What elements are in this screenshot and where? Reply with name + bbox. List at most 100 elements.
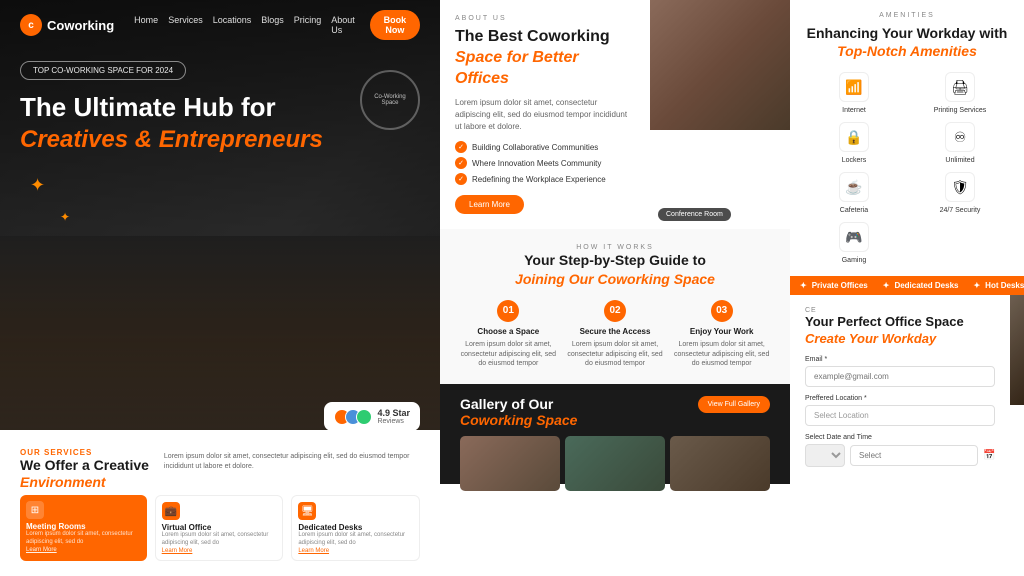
gallery-thumb-2 (565, 436, 665, 491)
about-text-col: ABOUT US The Best Coworking Space for Be… (440, 0, 650, 229)
meeting-learn-link[interactable]: Learn More (26, 547, 141, 553)
logo-icon: c (20, 14, 42, 36)
virtual-desc: Lorem ipsum dolor sit amet, consectetur … (162, 532, 277, 548)
services-bottom-section: OUR SERVICES We Offer a Creative Environ… (0, 430, 440, 576)
right-ticker-star-2: ✦ (883, 281, 890, 290)
right-ticker-star-3: ✦ (973, 281, 980, 290)
amenity-internet: 📶 Internet (805, 72, 903, 114)
logo: c Coworking (20, 14, 114, 36)
how-label: HOW IT WORKS (460, 244, 770, 251)
desks-learn-link[interactable]: Learn More (298, 548, 413, 554)
location-select[interactable]: Select Location (805, 405, 995, 426)
meeting-title: Meeting Rooms (26, 522, 141, 531)
hero-circle-decoration: Co-WorkingSpace (360, 70, 420, 130)
about-desc: Lorem ipsum dolor sit amet, consectetur … (455, 97, 635, 133)
middle-panel: ABOUT US The Best Coworking Space for Be… (440, 0, 790, 576)
nav-about[interactable]: About Us (331, 15, 355, 35)
time-select[interactable] (805, 444, 845, 467)
meeting-desc: Lorem ipsum dolor sit amet, consectetur … (26, 531, 141, 547)
meeting-icon: ⊞ (26, 501, 44, 519)
nav-pricing[interactable]: Pricing (294, 15, 322, 35)
step-1-num: 01 (497, 300, 519, 322)
email-input[interactable] (805, 366, 995, 387)
hero-panel: c Coworking Home Services Locations Blog… (0, 0, 440, 576)
gallery-section: Gallery of Our Coworking Space View Full… (440, 384, 790, 484)
view-gallery-button[interactable]: View Full Gallery (698, 396, 770, 413)
service-card-virtual: 💼 Virtual Office Lorem ipsum dolor sit a… (155, 495, 284, 561)
rating-score: 4.9 Star (377, 408, 410, 418)
step-2-desc: Lorem ipsum dolor sit amet, consectetur … (567, 340, 664, 369)
gallery-header: Gallery of Our Coworking Space View Full… (460, 396, 770, 428)
check-icon-2: ✓ (455, 157, 467, 169)
hero-badge: TOP CO-WORKING SPACE FOR 2024 (20, 61, 186, 80)
services-title: We Offer a Creative Environment (20, 457, 149, 491)
date-input[interactable] (850, 445, 978, 466)
virtual-learn-link[interactable]: Learn More (162, 548, 277, 554)
about-label: ABOUT US (455, 15, 635, 22)
rating-avatar-3 (356, 409, 372, 425)
service-card-meeting: ⊞ Meeting Rooms Lorem ipsum dolor sit am… (20, 495, 147, 561)
check-icon-3: ✓ (455, 173, 467, 185)
booking-section: CE Your Perfect Office Space Create Your… (790, 295, 1010, 479)
right-ticker-bar: ✦ Private Offices ✦ Dedicated Desks ✦ Ho… (790, 276, 1024, 295)
about-section: ABOUT US The Best Coworking Space for Be… (440, 0, 790, 229)
nav-links: Home Services Locations Blogs Pricing Ab… (134, 15, 355, 35)
about-title: The Best Coworking Space for Better Offi… (455, 27, 635, 89)
amenity-cafeteria: ☕ Cafeteria (805, 172, 903, 214)
booking-image (1010, 295, 1024, 479)
about-feature-3: ✓ Redefining the Workplace Experience (455, 173, 635, 185)
gallery-title: Gallery of Our Coworking Space (460, 396, 577, 428)
amenity-printing-label: Printing Services (934, 107, 987, 114)
amenities-label: AMENITIES (805, 12, 1009, 19)
amenity-gaming: 🎮 Gaming (805, 222, 903, 264)
step-3-title: Enjoy Your Work (673, 327, 770, 336)
amenity-gaming-label: Gaming (842, 257, 867, 264)
services-label: OUR SERVICES (20, 448, 149, 457)
nav-services[interactable]: Services (168, 15, 203, 35)
about-img-label: Conference Room (658, 208, 731, 221)
star-decoration-2: ✦ (60, 210, 70, 224)
rating-badge: 4.9 Star Reviews (324, 402, 420, 431)
virtual-icon: 💼 (162, 502, 180, 520)
nav-blogs[interactable]: Blogs (261, 15, 284, 35)
amenities-title: Enhancing Your Workday with Top-Notch Am… (805, 24, 1009, 60)
right-ticker-star-1: ✦ (800, 281, 807, 290)
rating-info: 4.9 Star Reviews (377, 408, 410, 425)
hero-title-italic: Creatives & Entrepreneurs (20, 126, 323, 153)
book-now-button[interactable]: Book Now (370, 10, 420, 40)
internet-icon: 📶 (839, 72, 869, 102)
step-3-desc: Lorem ipsum dolor sit amet, consectetur … (673, 340, 770, 369)
star-decoration-1: ✦ (30, 175, 45, 196)
step-2: 02 Secure the Access Lorem ipsum dolor s… (567, 300, 664, 369)
location-group: Preffered Location * Select Location (805, 395, 995, 426)
hero-content: TOP CO-WORKING SPACE FOR 2024 The Ultima… (20, 60, 420, 160)
step-1-desc: Lorem ipsum dolor sit amet, consectetur … (460, 340, 557, 369)
nav-home[interactable]: Home (134, 15, 158, 35)
step-1-title: Choose a Space (460, 327, 557, 336)
amenities-section: AMENITIES Enhancing Your Workday with To… (790, 0, 1024, 276)
date-row: 📅 (805, 444, 995, 467)
lockers-icon: 🔒 (839, 122, 869, 152)
nav-locations[interactable]: Locations (213, 15, 252, 35)
gallery-grid (460, 436, 770, 491)
desks-title: Dedicated Desks (298, 523, 413, 532)
rating-avatars (334, 409, 372, 425)
booking-label: CE (805, 307, 995, 314)
security-icon: 🛡 (945, 172, 975, 202)
location-label: Preffered Location * (805, 395, 995, 402)
datetime-label: Select Date and Time (805, 434, 995, 441)
step-1: 01 Choose a Space Lorem ipsum dolor sit … (460, 300, 557, 369)
steps-row: 01 Choose a Space Lorem ipsum dolor sit … (460, 300, 770, 369)
desks-icon: 🖥 (298, 502, 316, 520)
right-panel-image (1010, 295, 1024, 405)
service-card-desks: 🖥 Dedicated Desks Lorem ipsum dolor sit … (291, 495, 420, 561)
amenities-grid: 📶 Internet 🖨 Printing Services 🔒 Lockers… (805, 72, 1009, 264)
email-group: Email * (805, 356, 995, 387)
datetime-group: Select Date and Time 📅 (805, 434, 995, 467)
right-ticker-2: ✦ Dedicated Desks (883, 281, 959, 290)
calendar-icon: 📅 (983, 450, 995, 461)
amenity-lockers-label: Lockers (842, 157, 867, 164)
about-image-col: Conference Room (650, 0, 790, 229)
about-learn-more-button[interactable]: Learn More (455, 195, 524, 214)
booking-area: CE Your Perfect Office Space Create Your… (790, 295, 1024, 479)
